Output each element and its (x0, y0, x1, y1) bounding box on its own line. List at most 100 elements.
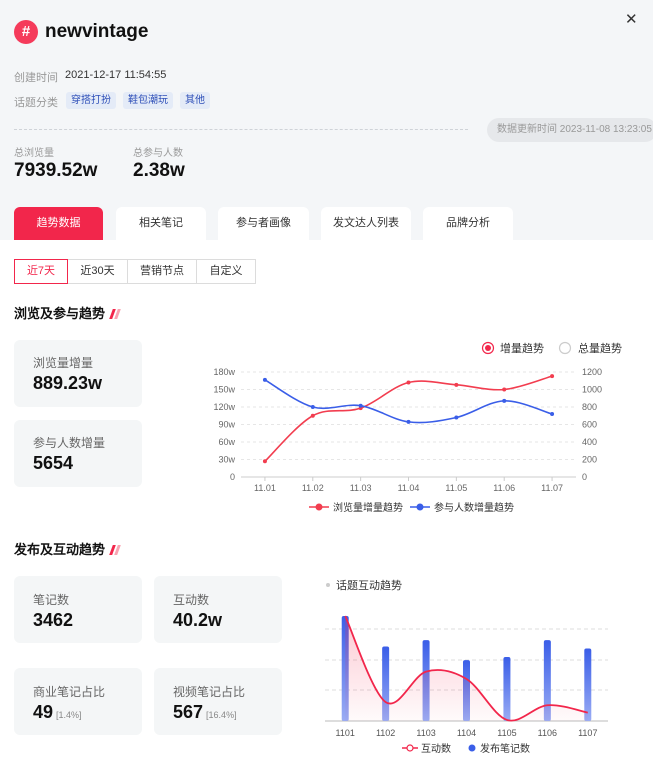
y-right-tick-label: 1000 (582, 385, 602, 395)
bar (543, 640, 551, 721)
y-left-tick-label: 0 (230, 472, 235, 482)
tag-chip: 穿搭打扮 (66, 92, 116, 109)
x-tick-label: 11.04 (398, 483, 420, 493)
data-point (310, 405, 315, 409)
chart-title: 话题互动趋势 (336, 579, 402, 592)
legend-label: 发布笔记数 (480, 742, 530, 755)
y-left-tick-label: 60w (218, 437, 235, 447)
data-point (406, 380, 411, 385)
toggle-increment-label: 增量趋势 (500, 341, 544, 355)
toggle-total-radio[interactable]: 总量趋势 (558, 341, 623, 355)
video-notes-percent: [16.4%] (206, 710, 237, 720)
tab-trend-data[interactable]: 趋势数据 (14, 207, 103, 240)
view-increment-value: 889.23w (33, 373, 103, 393)
created-label: 创建时间 (14, 72, 58, 84)
participant-increment-label: 参与人数增量 (33, 436, 106, 450)
participant-increment-card: 参与人数增量 5654 (14, 420, 142, 487)
total-participants-value: 2.38w (133, 160, 185, 181)
data-point (502, 387, 507, 392)
created-value: 2021-12-17 11:54:55 (65, 69, 167, 81)
range-marketing-nodes[interactable]: 营销节点 (127, 259, 197, 284)
x-tick-label: 1103 (416, 728, 435, 738)
y-left-tick-label: 30w (218, 455, 235, 465)
total-views-value: 7939.52w (14, 160, 98, 181)
bar (503, 656, 511, 721)
tag-chip: 其他 (180, 92, 210, 109)
interaction-line (344, 615, 588, 722)
y-left-tick-label: 150w (213, 385, 235, 395)
y-right-tick-label: 200 (582, 455, 597, 465)
view-increment-label: 浏览量增量 (33, 356, 94, 370)
x-tick-label: 11.01 (254, 483, 276, 493)
x-tick-label: 1102 (376, 728, 395, 738)
data-point (310, 413, 315, 418)
update-time-badge: 数据更新时间 2023-11-08 13:23:05 (487, 118, 653, 142)
y-right-tick-label: 1200 (582, 367, 602, 377)
business-notes-value: 49 [1.4%] (33, 702, 82, 722)
bar (422, 640, 430, 721)
y-right-tick-label: 400 (582, 437, 597, 447)
video-notes-card: 视频笔记占比 567 [16.4%] (154, 668, 282, 735)
data-point (502, 398, 507, 403)
category-label: 话题分类 (14, 97, 58, 109)
y-right-tick-label: 800 (582, 402, 597, 412)
legend-label: 参与人数增量趋势 (434, 501, 514, 514)
bar (382, 646, 390, 721)
y-left-tick-label: 180w (213, 367, 235, 377)
data-point (454, 415, 459, 420)
data-point (358, 406, 363, 411)
legend-item[interactable]: 浏览量增量趋势 (309, 501, 403, 514)
legend-item[interactable]: 参与人数增量趋势 (410, 501, 514, 514)
data-point (358, 403, 363, 408)
data-point (550, 412, 555, 416)
x-tick-label: 11.06 (493, 483, 515, 493)
series-line-1 (264, 379, 553, 424)
business-notes-label: 商业笔记占比 (33, 685, 106, 699)
interaction-area (345, 616, 588, 721)
topic-title: newvintage (45, 21, 149, 42)
range-custom[interactable]: 自定义 (196, 259, 256, 284)
x-tick-label: 11.03 (350, 483, 372, 493)
x-tick-label: 1101 (336, 728, 355, 738)
data-point (550, 374, 555, 379)
x-tick-label: 1106 (538, 728, 557, 738)
divider (14, 129, 468, 130)
y-right-tick-label: 600 (582, 420, 597, 430)
tag-chip: 鞋包潮玩 (123, 92, 173, 109)
total-participants-label: 总参与人数 (133, 148, 183, 159)
notes-count-value: 3462 (33, 610, 74, 630)
video-notes-value: 567 [16.4%] (173, 702, 237, 722)
tab-participant-profile[interactable]: 参与者画像 (218, 207, 309, 240)
interaction-count-value: 40.2w (173, 610, 223, 630)
x-tick-label: 1107 (578, 728, 597, 738)
y-right-tick-label: 0 (582, 472, 587, 482)
range-30-days[interactable]: 近30天 (67, 259, 128, 284)
toggle-increment-radio[interactable]: 增量趋势 (481, 341, 545, 355)
data-point (262, 377, 267, 382)
interaction-count-label: 互动数 (173, 593, 210, 607)
close-icon[interactable]: ✕ (625, 10, 638, 28)
legend-item-interactions[interactable]: 互动数 (402, 742, 451, 755)
x-tick-label: 1104 (457, 728, 476, 738)
bar (341, 616, 349, 721)
total-views-label: 总浏览量 (14, 148, 54, 159)
data-point (454, 382, 459, 387)
hashtag-icon: # (14, 20, 38, 44)
notes-count-card: 笔记数 3462 (14, 576, 142, 643)
video-notes-label: 视频笔记占比 (173, 685, 246, 699)
interaction-count-card: 互动数 40.2w (154, 576, 282, 643)
data-point (262, 459, 267, 464)
legend-item-notes[interactable]: 发布笔记数 (468, 742, 531, 755)
y-left-tick-label: 120w (213, 402, 235, 412)
data-point (406, 419, 411, 424)
legend-label: 互动数 (421, 742, 451, 755)
tab-creator-list[interactable]: 发文达人列表 (321, 207, 411, 240)
section-title-view-trend: 浏览及参与趋势 (14, 303, 121, 322)
tab-brand-analysis[interactable]: 品牌分析 (423, 207, 513, 240)
range-7-days[interactable]: 近7天 (14, 259, 68, 284)
bar (463, 660, 470, 721)
bar (584, 648, 592, 721)
x-tick-label: 1105 (497, 728, 516, 738)
tab-related-notes[interactable]: 相关笔记 (116, 207, 206, 240)
participant-increment-value: 5654 (33, 453, 74, 473)
